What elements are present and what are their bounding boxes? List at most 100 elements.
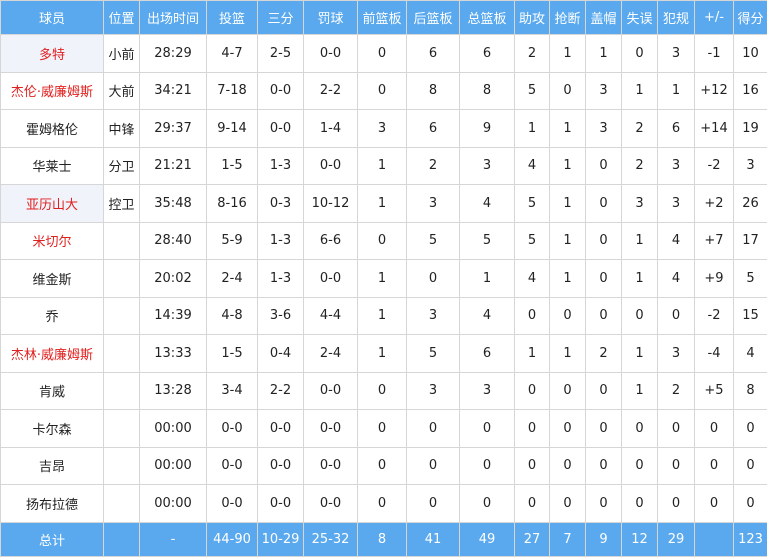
cell-defensive-rebounds: 0 bbox=[407, 485, 460, 523]
totals-row: 总计 - 44-90 10-29 25-32 8 41 49 27 7 9 12… bbox=[1, 522, 767, 556]
cell-offensive-rebounds: 0 bbox=[358, 35, 407, 73]
cell-steals: 0 bbox=[550, 72, 586, 110]
totals-points: 123 bbox=[734, 522, 767, 556]
cell-turnovers: 3 bbox=[622, 185, 658, 223]
cell-offensive-rebounds: 1 bbox=[358, 297, 407, 335]
cell-points: 17 bbox=[734, 222, 767, 260]
cell-plus-minus: +7 bbox=[695, 222, 734, 260]
cell-defensive-rebounds: 2 bbox=[407, 147, 460, 185]
cell-plus-minus: +14 bbox=[695, 110, 734, 148]
cell-points: 16 bbox=[734, 72, 767, 110]
cell-field-goals: 2-4 bbox=[207, 260, 258, 298]
cell-points: 10 bbox=[734, 35, 767, 73]
cell-defensive-rebounds: 5 bbox=[407, 335, 460, 373]
cell-total-rebounds: 6 bbox=[460, 35, 515, 73]
cell-turnovers: 1 bbox=[622, 72, 658, 110]
cell-turnovers: 0 bbox=[622, 447, 658, 485]
cell-blocks: 0 bbox=[586, 222, 622, 260]
cell-points: 0 bbox=[734, 410, 767, 448]
cell-minutes: 00:00 bbox=[140, 485, 207, 523]
player-row: 华莱士分卫21:211-51-30-012341023-23 bbox=[1, 147, 767, 185]
cell-fouls: 1 bbox=[658, 72, 695, 110]
cell-field-goals: 7-18 bbox=[207, 72, 258, 110]
cell-total-rebounds: 3 bbox=[460, 372, 515, 410]
cell-minutes: 29:37 bbox=[140, 110, 207, 148]
cell-blocks: 0 bbox=[586, 185, 622, 223]
player-row: 亚历山大控卫35:488-160-310-1213451033+226 bbox=[1, 185, 767, 223]
cell-field-goals: 5-9 bbox=[207, 222, 258, 260]
player-row: 霍姆格伦中锋29:379-140-01-436911326+1419 bbox=[1, 110, 767, 148]
cell-blocks: 3 bbox=[586, 110, 622, 148]
cell-total-rebounds: 5 bbox=[460, 222, 515, 260]
cell-position bbox=[104, 260, 140, 298]
cell-minutes: 28:29 bbox=[140, 35, 207, 73]
cell-turnovers: 1 bbox=[622, 260, 658, 298]
cell-total-rebounds: 8 bbox=[460, 72, 515, 110]
cell-field-goals: 3-4 bbox=[207, 372, 258, 410]
cell-steals: 1 bbox=[550, 335, 586, 373]
cell-turnovers: 0 bbox=[622, 297, 658, 335]
cell-assists: 1 bbox=[515, 335, 550, 373]
cell-steals: 1 bbox=[550, 35, 586, 73]
cell-total-rebounds: 0 bbox=[460, 410, 515, 448]
cell-plus-minus: 0 bbox=[695, 410, 734, 448]
cell-blocks: 0 bbox=[586, 485, 622, 523]
cell-defensive-rebounds: 0 bbox=[407, 410, 460, 448]
totals-label: 总计 bbox=[1, 522, 104, 556]
header-row: 球员 位置 出场时间 投篮 三分 罚球 前篮板 后篮板 总篮板 助攻 抢断 盖帽… bbox=[1, 1, 767, 35]
header-field-goals: 投篮 bbox=[207, 1, 258, 35]
cell-turnovers: 1 bbox=[622, 335, 658, 373]
player-row: 杰伦·威廉姆斯大前34:217-180-02-208850311+1216 bbox=[1, 72, 767, 110]
cell-minutes: 00:00 bbox=[140, 447, 207, 485]
cell-free-throws: 0-0 bbox=[304, 35, 358, 73]
cell-position bbox=[104, 335, 140, 373]
cell-plus-minus: 0 bbox=[695, 447, 734, 485]
cell-position: 控卫 bbox=[104, 185, 140, 223]
cell-blocks: 1 bbox=[586, 35, 622, 73]
cell-offensive-rebounds: 0 bbox=[358, 447, 407, 485]
header-three-pointers: 三分 bbox=[258, 1, 304, 35]
cell-three-pointers: 2-2 bbox=[258, 372, 304, 410]
header-free-throws: 罚球 bbox=[304, 1, 358, 35]
totals-minutes: - bbox=[140, 522, 207, 556]
cell-defensive-rebounds: 8 bbox=[407, 72, 460, 110]
cell-position bbox=[104, 447, 140, 485]
totals-offensive-rebounds: 8 bbox=[358, 522, 407, 556]
cell-points: 4 bbox=[734, 335, 767, 373]
cell-assists: 0 bbox=[515, 410, 550, 448]
cell-total-rebounds: 4 bbox=[460, 185, 515, 223]
cell-free-throws: 2-4 bbox=[304, 335, 358, 373]
cell-total-rebounds: 9 bbox=[460, 110, 515, 148]
cell-defensive-rebounds: 3 bbox=[407, 372, 460, 410]
totals-turnovers: 12 bbox=[622, 522, 658, 556]
cell-three-pointers: 0-0 bbox=[258, 447, 304, 485]
cell-points: 5 bbox=[734, 260, 767, 298]
cell-position: 小前 bbox=[104, 35, 140, 73]
cell-steals: 1 bbox=[550, 185, 586, 223]
header-offensive-rebounds: 前篮板 bbox=[358, 1, 407, 35]
header-blocks: 盖帽 bbox=[586, 1, 622, 35]
cell-fouls: 6 bbox=[658, 110, 695, 148]
cell-minutes: 21:21 bbox=[140, 147, 207, 185]
cell-offensive-rebounds: 1 bbox=[358, 147, 407, 185]
cell-assists: 2 bbox=[515, 35, 550, 73]
totals-plus-minus bbox=[695, 522, 734, 556]
cell-points: 0 bbox=[734, 447, 767, 485]
cell-turnovers: 1 bbox=[622, 222, 658, 260]
cell-player-name: 肯威 bbox=[1, 372, 104, 410]
cell-minutes: 13:33 bbox=[140, 335, 207, 373]
cell-player-name: 华莱士 bbox=[1, 147, 104, 185]
cell-position bbox=[104, 297, 140, 335]
cell-defensive-rebounds: 6 bbox=[407, 110, 460, 148]
cell-offensive-rebounds: 0 bbox=[358, 410, 407, 448]
cell-offensive-rebounds: 3 bbox=[358, 110, 407, 148]
cell-blocks: 0 bbox=[586, 410, 622, 448]
header-total-rebounds: 总篮板 bbox=[460, 1, 515, 35]
cell-assists: 0 bbox=[515, 485, 550, 523]
cell-assists: 1 bbox=[515, 110, 550, 148]
cell-turnovers: 0 bbox=[622, 485, 658, 523]
cell-assists: 5 bbox=[515, 222, 550, 260]
cell-defensive-rebounds: 0 bbox=[407, 260, 460, 298]
cell-turnovers: 2 bbox=[622, 110, 658, 148]
cell-player-name: 米切尔 bbox=[1, 222, 104, 260]
